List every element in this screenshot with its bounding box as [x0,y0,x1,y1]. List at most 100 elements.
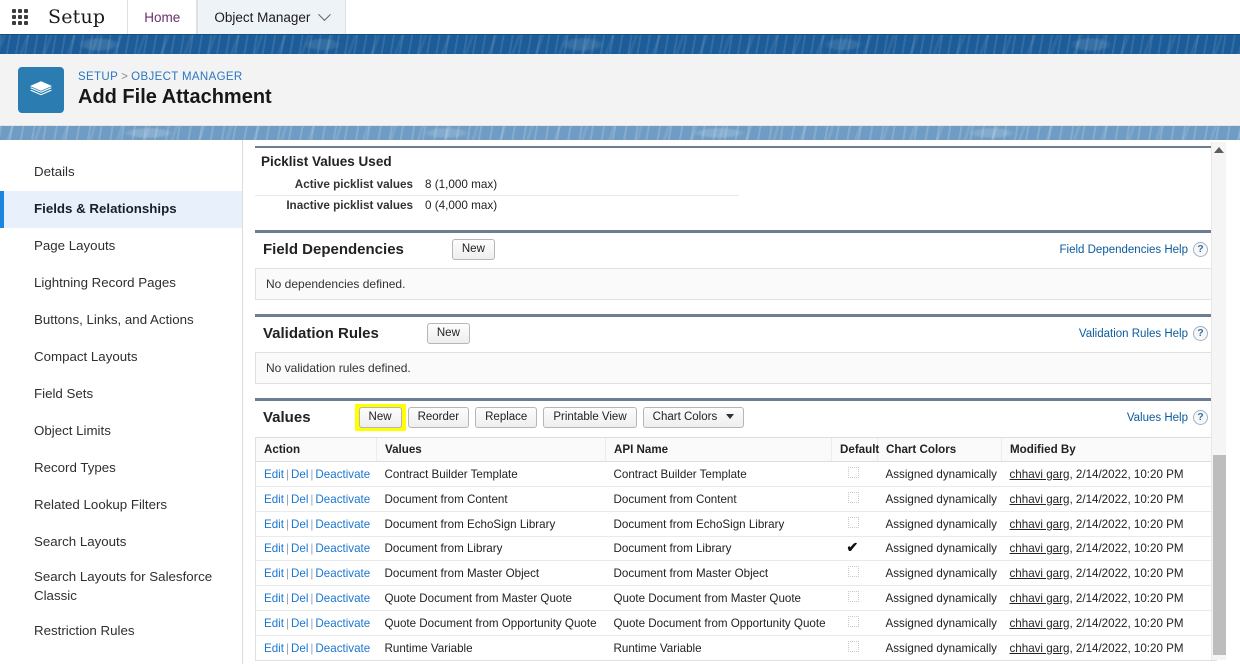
values-replace-button[interactable]: Replace [475,407,538,428]
sidebar-item-lightning-record-pages[interactable]: Lightning Record Pages [0,265,242,302]
action-deactivate-link[interactable]: Deactivate [315,617,370,630]
row-actions: Edit | Del | Deactivate [255,486,377,512]
modified-by-user-link[interactable]: chhavi garg [1010,518,1070,531]
action-deactivate-link[interactable]: Deactivate [315,592,370,605]
row-actions: Edit | Del | Deactivate [255,610,377,636]
action-edit-link[interactable]: Edit [264,468,284,481]
field-dependencies-help-link[interactable]: Field Dependencies Help ? [1059,242,1208,257]
modified-by-date: , 2/14/2022, 10:20 PM [1069,641,1184,655]
sidebar-item-compact-layouts[interactable]: Compact Layouts [0,339,242,376]
field-dependencies-help-label: Field Dependencies Help [1059,243,1189,256]
action-del-link[interactable]: Del [291,493,308,506]
values-printable-view-button[interactable]: Printable View [543,407,637,428]
row-actions: Edit | Del | Deactivate [256,636,377,661]
field-dependencies-actions: New [451,239,495,260]
action-del-link[interactable]: Del [291,617,308,630]
empty-checkbox-icon [847,641,859,652]
sidebar-item-page-layouts[interactable]: Page Layouts [0,228,242,265]
breadcrumb-setup-link[interactable]: SETUP [78,71,118,83]
sidebar-item-buttons-links-and-actions[interactable]: Buttons, Links, and Actions [0,302,242,339]
action-separator: | [285,467,289,481]
question-mark-icon[interactable]: ? [1193,242,1208,257]
values-help-link[interactable]: Values Help ? [1127,410,1208,425]
sidebar-item-object-limits[interactable]: Object Limits [0,413,242,450]
validation-rules-header: Validation Rules New Validation Rules He… [255,317,1216,350]
sidebar-item-record-types[interactable]: Record Types [0,450,242,487]
sidebar-nav: Details Fields & Relationships Page Layo… [0,140,243,664]
values-new-button[interactable]: New [358,407,402,428]
new-button-highlight: New [354,404,406,431]
field-dependencies-panel: Field Dependencies New Field Dependencie… [255,230,1216,300]
tab-home[interactable]: Home [127,0,198,34]
action-edit-link[interactable]: Edit [264,592,284,605]
cell-modified-by: chhavi garg, 2/14/2022, 10:20 PM [1001,610,1217,636]
modified-by-user-link[interactable]: chhavi garg [1010,468,1070,481]
modified-by-date: , 2/14/2022, 10:20 PM [1069,542,1184,555]
modified-by-user-link[interactable]: chhavi garg [1010,592,1070,605]
action-del-link[interactable]: Del [291,567,308,580]
cell-chart-colors: Assigned dynamically [877,585,1002,611]
field-dependencies-new-button[interactable]: New [451,239,495,260]
sidebar-item-restriction-rules[interactable]: Restriction Rules [0,613,242,650]
action-deactivate-link[interactable]: Deactivate [315,642,370,655]
action-del-link[interactable]: Del [291,468,308,481]
modified-by-user-link[interactable]: chhavi garg [1010,493,1070,506]
setup-title: Setup [48,6,106,28]
question-mark-icon[interactable]: ? [1193,410,1208,425]
action-deactivate-link[interactable]: Deactivate [315,567,370,580]
sidebar-item-search-layouts-for-salesforce-classic[interactable]: Search Layouts for Salesforce Classic [0,561,242,613]
action-deactivate-link[interactable]: Deactivate [315,468,370,481]
breadcrumb-object-manager-link[interactable]: OBJECT MANAGER [131,71,242,83]
table-row: Edit | Del | Deactivate Contract Builder Temp… [255,461,1217,487]
values-title: Values [263,409,311,426]
inactive-picklist-values-value: 0 (4,000 max) [425,199,498,212]
sidebar-item-related-lookup-filters[interactable]: Related Lookup Filters [0,487,242,524]
action-deactivate-link[interactable]: Deactivate [315,493,370,506]
chevron-down-icon [318,7,332,21]
sidebar-item-label: Details [34,164,75,180]
validation-rules-new-button[interactable]: New [426,323,470,344]
values-table-header-row: Action Values API Name Default Chart Col… [255,437,1217,462]
vertical-scrollbar[interactable] [1211,142,1226,660]
sidebar-item-fields-and-relationships[interactable]: Fields & Relationships [0,191,242,228]
modified-by-user-link[interactable]: chhavi garg [1010,542,1070,555]
sidebar-item-label: Search Layouts for Salesforce Classic [34,569,213,603]
scrollbar-thumb[interactable] [1213,455,1226,655]
cell-value: Document from EchoSign Library [376,511,606,537]
action-del-link[interactable]: Del [291,642,308,655]
cell-chart-colors: Assigned dynamically [877,486,1002,512]
values-reorder-button[interactable]: Reorder [407,407,470,428]
action-del-link[interactable]: Del [291,518,308,531]
modified-by-user-link[interactable]: chhavi garg [1010,567,1070,580]
tab-object-manager[interactable]: Object Manager [197,0,347,34]
waffle-grid-icon [12,9,28,25]
action-del-link[interactable]: Del [291,542,308,555]
validation-rules-help-link[interactable]: Validation Rules Help ? [1079,326,1208,341]
sidebar-item-details[interactable]: Details [0,154,242,191]
values-help-label: Values Help [1126,411,1188,424]
cell-api-name: Document from Master Object [605,560,832,586]
action-deactivate-link[interactable]: Deactivate [315,518,370,531]
action-edit-link[interactable]: Edit [264,617,284,630]
action-separator: | [285,566,289,580]
action-deactivate-link[interactable]: Deactivate [315,542,370,555]
action-edit-link[interactable]: Edit [264,518,284,531]
modified-by-user-link[interactable]: chhavi garg [1010,617,1070,630]
action-edit-link[interactable]: Edit [264,493,284,506]
sidebar-item-search-layouts[interactable]: Search Layouts [0,524,242,561]
values-chart-colors-dropdown[interactable]: Chart Colors [642,407,745,428]
sidebar-item-field-sets[interactable]: Field Sets [0,376,242,413]
cell-default [831,486,878,512]
question-mark-icon[interactable]: ? [1193,326,1208,341]
action-edit-link[interactable]: Edit [264,642,284,655]
cell-default [831,610,878,636]
caret-up-icon[interactable] [1214,147,1224,153]
cell-modified-by: chhavi garg, 2/14/2022, 10:20 PM [1001,511,1217,537]
breadcrumb: SETUP > OBJECT MANAGER [78,71,272,83]
app-launcher-button[interactable] [0,0,40,34]
modified-by-user-link[interactable]: chhavi garg [1010,642,1070,655]
action-edit-link[interactable]: Edit [264,567,284,580]
action-del-link[interactable]: Del [291,592,308,605]
action-edit-link[interactable]: Edit [264,542,284,555]
modified-by-date: , 2/14/2022, 10:20 PM [1069,517,1184,531]
